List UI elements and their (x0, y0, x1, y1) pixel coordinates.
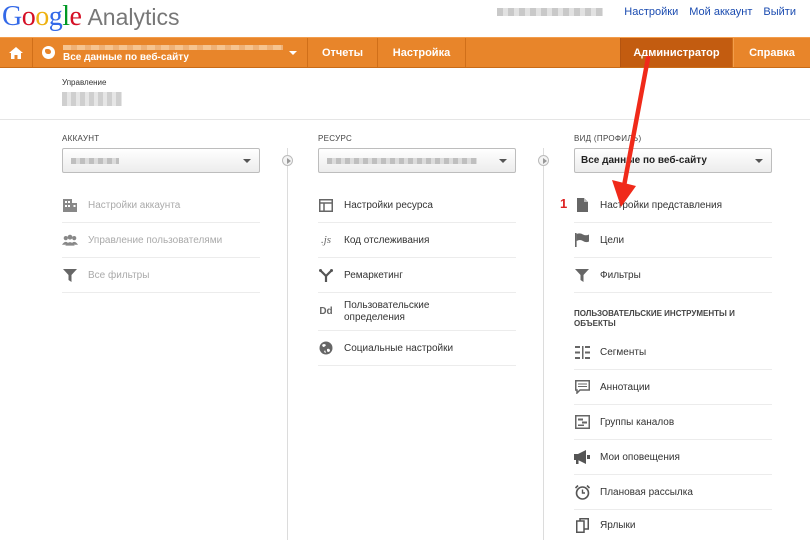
remarketing-item[interactable]: Ремаркетинг (318, 258, 516, 293)
account-settings-label: Настройки аккаунта (88, 199, 181, 211)
social-settings-label: Социальные настройки (344, 342, 454, 354)
all-filters-label: Все фильтры (88, 269, 150, 281)
channel-groups-item[interactable]: Группы каналов (574, 405, 772, 440)
google-logo-text: Google (2, 1, 82, 32)
my-account-link[interactable]: Мой аккаунт (689, 6, 752, 18)
annotations-label: Аннотации (600, 381, 650, 393)
account-selector-label: Все данные по веб-сайту (63, 51, 189, 63)
globe-icon (318, 340, 334, 356)
user-email-blurred (497, 8, 604, 16)
account-column: АККАУНТ (62, 134, 260, 173)
custom-definitions-label: Пользовательские определения (344, 299, 430, 323)
filters-label: Фильтры (600, 269, 641, 281)
view-settings-label: Настройки представления (600, 199, 722, 211)
main-nav: Все данные по веб-сайту Отчеты Настройка… (0, 37, 810, 68)
document-icon (574, 197, 590, 213)
chevron-down-icon (755, 159, 763, 163)
chevron-down-icon (499, 159, 507, 163)
flag-icon (574, 232, 590, 248)
segments-icon (574, 344, 590, 360)
divider (0, 119, 810, 120)
property-column-title: РЕСУРС (318, 134, 353, 143)
property-value-blurred (327, 158, 477, 164)
globe-icon (42, 46, 55, 59)
megaphone-icon (574, 449, 590, 465)
window-icon (318, 197, 334, 213)
remarketing-label: Ремаркетинг (344, 269, 403, 281)
social-settings-item[interactable]: Социальные настройки (318, 331, 516, 366)
scheduled-emails-label: Плановая рассылка (600, 486, 693, 498)
copy-icon (574, 517, 590, 533)
scheduled-emails-item[interactable]: Плановая рассылка (574, 475, 772, 510)
home-icon (9, 46, 23, 59)
all-filters-item[interactable]: Все фильтры (62, 258, 260, 293)
building-icon (62, 197, 78, 213)
tab-reports[interactable]: Отчеты (308, 38, 378, 67)
goals-label: Цели (600, 234, 625, 246)
view-select[interactable]: Все данные по веб-сайту (574, 148, 772, 173)
comment-icon (574, 379, 590, 395)
settings-link[interactable]: Настройки (624, 6, 678, 18)
clock-icon (574, 484, 590, 500)
product-name: Analytics (87, 4, 180, 30)
view-column-title: ВИД (ПРОФИЛЬ) (574, 134, 642, 143)
account-select[interactable] (62, 148, 260, 173)
account-settings-item[interactable]: Настройки аккаунта (62, 188, 260, 223)
property-column: РЕСУРС (318, 134, 516, 173)
tab-admin[interactable]: Администратор (620, 38, 733, 67)
step-number-badge: 1 (560, 196, 568, 211)
personal-tools-heading: ПОЛЬЗОВАТЕЛЬСКИЕ ИНСТРУМЕНТЫ И ОБЪЕКТЫ (574, 309, 735, 328)
home-button[interactable] (0, 38, 33, 67)
property-select[interactable] (318, 148, 516, 173)
property-settings-label: Настройки ресурса (344, 199, 433, 211)
segments-item[interactable]: Сегменты (574, 335, 772, 370)
sign-out-link[interactable]: Выйти (763, 6, 796, 18)
segments-label: Сегменты (600, 346, 647, 358)
user-management-label: Управление пользователями (88, 234, 223, 246)
top-bar: Google Analytics Настройки Мой аккаунт В… (0, 0, 810, 36)
management-name-blurred (62, 92, 122, 106)
view-select-value: Все данные по веб-сайту (581, 155, 707, 166)
top-links: Настройки Мой аккаунт Выйти (497, 6, 796, 18)
management-label: Управление (62, 78, 107, 87)
tab-help[interactable]: Справка (733, 38, 810, 67)
tracking-code-item[interactable]: .js Код отслеживания (318, 223, 516, 258)
chevron-down-icon (243, 159, 251, 163)
shortcuts-label: Ярлыки (600, 519, 636, 531)
user-management-item[interactable]: Управление пользователями (62, 223, 260, 258)
account-value-blurred (71, 158, 119, 164)
arrow-right-icon (538, 155, 549, 166)
dd-icon: Dd (319, 306, 333, 317)
alerts-label: Мои оповещения (600, 451, 680, 463)
account-selector[interactable]: Все данные по веб-сайту (33, 38, 308, 67)
column-separator (287, 148, 288, 540)
property-settings-item[interactable]: Настройки ресурса (318, 188, 516, 223)
google-analytics-logo[interactable]: Google Analytics (2, 0, 180, 36)
channel-groups-icon (574, 414, 590, 430)
filter-icon (574, 267, 590, 283)
shortcuts-item[interactable]: Ярлыки (574, 510, 772, 540)
alerts-item[interactable]: Мои оповещения (574, 440, 772, 475)
column-separator (543, 148, 544, 540)
js-icon: .js (320, 234, 332, 246)
filters-item[interactable]: Фильтры (574, 258, 772, 293)
view-settings-item[interactable]: Настройки представления (574, 188, 772, 223)
filter-icon (62, 267, 78, 283)
custom-definitions-item[interactable]: Dd Пользовательские определения (318, 293, 516, 331)
account-column-title: АККАУНТ (62, 134, 100, 143)
arrow-right-icon (282, 155, 293, 166)
view-column: ВИД (ПРОФИЛЬ) Все данные по веб-сайту (574, 134, 772, 173)
channel-groups-label: Группы каналов (600, 416, 675, 428)
remarketing-icon (318, 267, 334, 283)
annotations-item[interactable]: Аннотации (574, 370, 772, 405)
tracking-code-label: Код отслеживания (344, 234, 430, 246)
account-name-blurred (63, 45, 283, 50)
tab-customization[interactable]: Настройка (378, 38, 466, 67)
goals-item[interactable]: Цели (574, 223, 772, 258)
chevron-down-icon (289, 51, 297, 55)
users-icon (62, 232, 78, 248)
